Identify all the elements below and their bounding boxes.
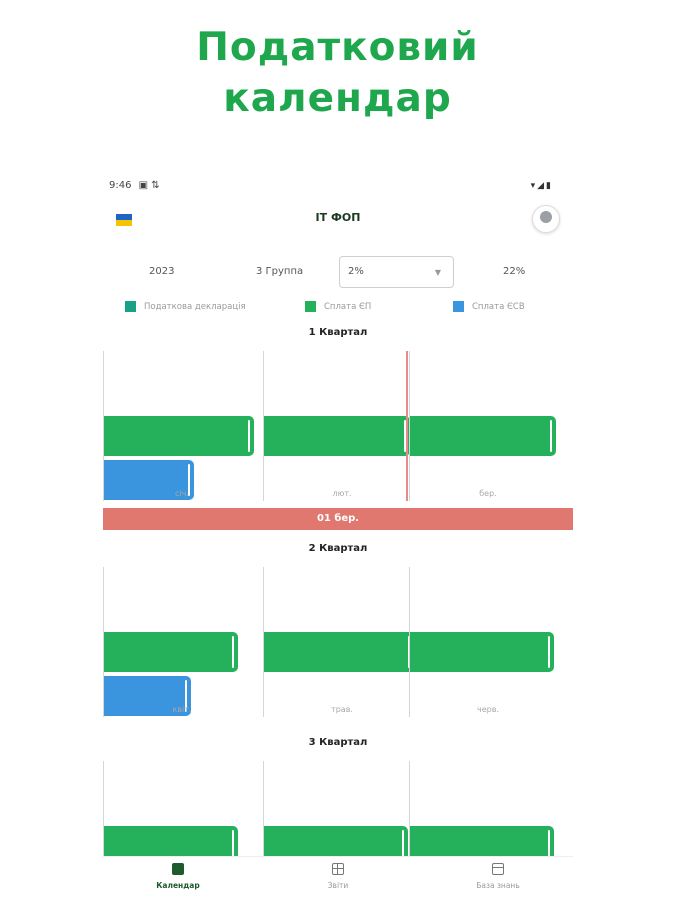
bar-ep[interactable] <box>264 416 410 456</box>
month-column: лют. <box>263 343 421 503</box>
month-column: квіт. <box>103 559 261 719</box>
nav-item-knowledge-base[interactable]: База знань <box>443 863 553 890</box>
promo-title: Податковий календар <box>0 22 675 124</box>
bar-declaration[interactable] <box>410 782 505 822</box>
status-right-icons: ▾◢▮ <box>530 181 553 191</box>
bar-declaration[interactable] <box>410 588 505 628</box>
legend-label-declaration: Податкова декларація <box>144 301 246 312</box>
legend-item-ep: Сплата ЄП <box>305 301 371 312</box>
bar-ep[interactable] <box>264 632 414 672</box>
month-label: січ. <box>175 489 189 498</box>
bar-declaration[interactable] <box>264 588 366 628</box>
phone-screen: 9:46 ▣ ⇅ ▾◢▮ IT ФОП 2023 3 Группа 2% ▼ 2… <box>103 172 573 900</box>
legend-swatch-esv <box>453 301 464 312</box>
tax-rate-value: 2% <box>348 266 364 277</box>
tax-rate-dropdown[interactable]: 2% ▼ <box>339 256 454 288</box>
bar-declaration[interactable] <box>104 372 197 412</box>
knowledge-base-icon <box>492 863 504 875</box>
bar-ep[interactable] <box>104 632 238 672</box>
legend-swatch-declaration <box>125 301 136 312</box>
month-column: трав. <box>263 559 421 719</box>
legend-label-ep: Сплата ЄП <box>324 301 372 312</box>
legend-item-declaration: Податкова декларація <box>125 301 246 312</box>
nav-item-reports[interactable]: Звіти <box>283 863 393 890</box>
month-column: січ. <box>103 343 261 503</box>
reports-icon <box>332 863 344 875</box>
legend: Податкова декларація Сплата ЄП Сплата ЄС… <box>103 300 573 316</box>
month-label: трав. <box>331 705 353 714</box>
bottom-navigation: Календар Звіти База знань <box>103 856 573 900</box>
app-title: IT ФОП <box>315 211 361 224</box>
year-selector[interactable]: 2023 <box>149 266 174 277</box>
status-bar: 9:46 ▣ ⇅ <box>109 180 160 191</box>
status-left-icons: ▣ ⇅ <box>138 180 160 191</box>
month-label: лют. <box>332 489 352 498</box>
legend-item-esv: Сплата ЄСВ <box>453 301 525 312</box>
nav-label-knowledge-base: База знань <box>476 881 520 890</box>
bar-declaration[interactable] <box>104 782 197 822</box>
bar-declaration[interactable] <box>264 372 360 412</box>
nav-label-reports: Звіти <box>327 881 349 890</box>
bar-ep[interactable] <box>410 632 554 672</box>
legend-swatch-ep <box>305 301 316 312</box>
month-label: бер. <box>479 489 497 498</box>
avatar-icon[interactable] <box>532 205 560 233</box>
bar-declaration[interactable] <box>104 588 199 628</box>
status-time: 9:46 <box>109 180 132 191</box>
current-date-marker <box>406 351 408 501</box>
promo-title-line2: календар <box>223 76 452 121</box>
group-selector[interactable]: 3 Группа <box>256 266 303 277</box>
month-label: черв. <box>477 705 499 714</box>
bar-ep[interactable] <box>104 416 254 456</box>
legend-label-esv: Сплата ЄСВ <box>472 301 525 312</box>
total-rate: 22% <box>503 266 526 277</box>
chevron-down-icon: ▼ <box>434 268 441 277</box>
quarter-title: 2 Квартал <box>308 543 368 554</box>
filters-row: 2023 3 Группа 2% ▼ 22% <box>103 256 573 290</box>
calendar-icon <box>172 863 184 875</box>
bar-ep[interactable] <box>410 416 556 456</box>
deadline-banner[interactable]: 01 бер. <box>103 508 573 530</box>
month-column: черв. <box>409 559 567 719</box>
bar-declaration[interactable] <box>264 782 359 822</box>
quarter-title: 1 Квартал <box>308 327 368 338</box>
nav-item-calendar[interactable]: Календар <box>123 863 233 890</box>
quarter-title: 3 Квартал <box>308 737 368 748</box>
promo-title-line1: Податковий <box>196 25 479 70</box>
bar-declaration[interactable] <box>410 372 506 412</box>
nav-label-calendar: Календар <box>156 881 200 890</box>
month-label: квіт. <box>172 705 192 714</box>
month-column: бер. <box>409 343 567 503</box>
